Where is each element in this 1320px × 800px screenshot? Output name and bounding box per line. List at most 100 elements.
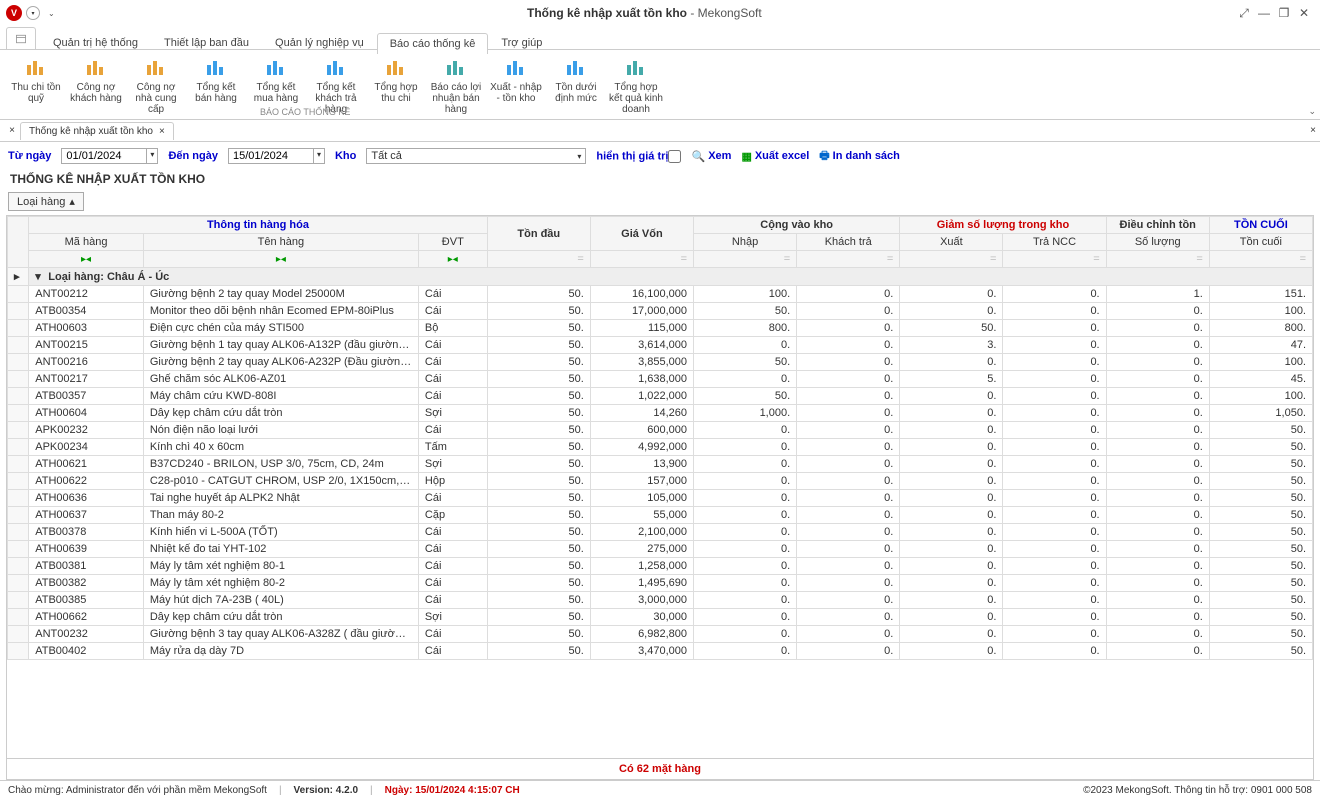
close-button[interactable]: ✕ [1294, 6, 1314, 20]
col-group-adj[interactable]: Điều chỉnh tồn [1106, 217, 1209, 234]
ribbon-item-3[interactable]: Tổng kết bán hàng [186, 54, 246, 115]
col-group-in[interactable]: Cộng vào kho [694, 217, 900, 234]
col-dvt[interactable]: ĐVT [418, 234, 487, 251]
ribbon-item-1[interactable]: Công nợ khách hàng [66, 54, 126, 115]
table-row[interactable]: ATH00603Điện cực chén của máy STI500Bộ50… [8, 320, 1313, 337]
from-date-input[interactable] [61, 148, 147, 164]
table-row[interactable]: ANT00232Giường bệnh 3 tay quay ALK06-A32… [8, 626, 1313, 643]
col-giavon[interactable]: Giá Vốn [590, 217, 693, 251]
search-icon: 🔍 [691, 150, 705, 163]
col-toncuoi[interactable]: Tồn cuối [1209, 234, 1312, 251]
ribbon-expand-icon[interactable]: ⌄ [1308, 106, 1316, 117]
filter-icon[interactable]: ▸◂ [81, 254, 91, 265]
ribbon-item-0[interactable]: Thu chi tồn quỹ [6, 54, 66, 115]
close-tab-icon[interactable]: × [159, 126, 165, 137]
ribbon-item-6[interactable]: Tổng hợp thu chi [366, 54, 426, 115]
collapse-icon[interactable]: ▾ [35, 270, 45, 283]
ribbon-item-label: Thu chi tồn quỹ [8, 82, 64, 104]
ribbon-item-label: Tổng kết bán hàng [188, 82, 244, 104]
table-row[interactable]: ANT00212Giường bệnh 2 tay quay Model 250… [8, 286, 1313, 303]
quick-access-dropdown[interactable]: ▾ [26, 6, 40, 20]
home-tab[interactable] [6, 27, 36, 49]
show-price-checkbox[interactable] [668, 150, 681, 163]
col-trancc[interactable]: Trả NCC [1003, 234, 1106, 251]
print-button[interactable]: 🖶In danh sách [819, 147, 900, 166]
quick-access-chevron[interactable]: ⌄ [48, 9, 55, 18]
to-date-dropdown[interactable]: ▾ [314, 148, 325, 164]
col-ten[interactable]: Tên hàng [143, 234, 418, 251]
table-row[interactable]: ATB00402Máy rửa dạ dày 7DCái50.3,470,000… [8, 643, 1313, 660]
view-button[interactable]: 🔍Xem [691, 150, 731, 163]
ribbon-item-label: Tổng hợp thu chi [368, 82, 424, 104]
col-group-end[interactable]: TỒN CUỐI [1209, 217, 1312, 234]
table-row[interactable]: ANT00217Ghế chăm sóc ALK06-AZ01Cái50.1,6… [8, 371, 1313, 388]
ribbon-item-label: Xuất - nhập - tồn kho [488, 82, 544, 104]
close-all-tabs-icon[interactable]: × [4, 125, 20, 136]
ribbon-icon [505, 54, 527, 80]
group-by-chip[interactable]: Loại hàng▴ [8, 192, 84, 211]
from-date-dropdown[interactable]: ▾ [147, 148, 158, 164]
col-ma[interactable]: Mã hàng [29, 234, 144, 251]
ribbon-collapse-icon[interactable]: ⤢ [1234, 6, 1254, 21]
window-title: Thống kê nhập xuất tồn kho - MekongSoft [55, 6, 1234, 20]
app-icon: V [6, 5, 22, 21]
table-row[interactable]: ATH00637Than máy 80-2Cặp50.55,0000.0.0.0… [8, 507, 1313, 524]
table-row[interactable]: ATB00378Kính hiển vi L-500A (TỐT)Cái50.2… [8, 524, 1313, 541]
filter-icon[interactable]: ▸◂ [448, 254, 458, 265]
status-bar: Chào mừng: Administrator đến với phần mề… [0, 780, 1320, 800]
ribbon-item-label: Tồn dưới định mức [548, 82, 604, 104]
col-group-info[interactable]: Thông tin hàng hóa [29, 217, 487, 234]
export-excel-button[interactable]: ▦Xuất excel [741, 150, 809, 163]
document-tab-label: Thống kê nhập xuất tồn kho [29, 126, 153, 137]
col-group-out[interactable]: Giảm số lượng trong kho [900, 217, 1106, 234]
data-grid: Thông tin hàng hóa Tồn đầu Giá Vốn Cộng … [6, 215, 1314, 780]
table-row[interactable]: ATH00604Dây kẹp châm cứu dắt trònSợi50.1… [8, 405, 1313, 422]
ribbon: Thu chi tồn quỹCông nợ khách hàngCông nợ… [0, 50, 1320, 120]
table-row[interactable]: ATB00354Monitor theo dõi bệnh nhân Ecome… [8, 303, 1313, 320]
ribbon-item-2[interactable]: Công nợ nhà cung cấp [126, 54, 186, 115]
ribbon-item-7[interactable]: Báo cáo lợi nhuận bán hàng [426, 54, 486, 115]
ribbon-item-8[interactable]: Xuất - nhập - tồn kho [486, 54, 546, 115]
report-title: THỐNG KÊ NHẬP XUẤT TỒN KHO [0, 170, 1320, 188]
status-date: Ngày: 15/01/2024 4:15:07 CH [385, 785, 520, 796]
ribbon-icon [385, 54, 407, 80]
ribbon-item-5[interactable]: Tổng kết khách trả hàng [306, 54, 366, 115]
to-date-input[interactable] [228, 148, 314, 164]
table-row[interactable]: ATH00636Tai nghe huyết áp ALPK2 NhậtCái5… [8, 490, 1313, 507]
ribbon-group-caption: BÁO CÁO THỐNG KÊ [260, 107, 350, 117]
minimize-button[interactable]: — [1254, 6, 1274, 20]
warehouse-select[interactable]: Tất cả▾ [366, 148, 586, 164]
ribbon-item-label: Báo cáo lợi nhuận bán hàng [428, 82, 484, 115]
ribbon-item-4[interactable]: Tổng kết mua hàng [246, 54, 306, 115]
filter-icon[interactable]: ▸◂ [276, 254, 286, 265]
table-row[interactable]: ATB00382Máy ly tâm xét nghiệm 80-2Cái50.… [8, 575, 1313, 592]
table-row[interactable]: ATB00385Máy hút dịch 7A-23B ( 40L)Cái50.… [8, 592, 1313, 609]
ribbon-icon [85, 54, 107, 80]
table-row[interactable]: APK00232Nón điện não loại lướiCái50.600,… [8, 422, 1313, 439]
table-row[interactable]: APK00234Kính chì 40 x 60cmTấm50.4,992,00… [8, 439, 1313, 456]
col-tondau[interactable]: Tồn đầu [487, 217, 590, 251]
warehouse-label: Kho [335, 150, 356, 162]
printer-icon: 🖶 [819, 147, 829, 166]
maximize-button[interactable]: ❐ [1274, 6, 1294, 20]
document-tab-inventory[interactable]: Thống kê nhập xuất tồn kho × [20, 122, 174, 140]
table-row[interactable]: ANT00216Giường bệnh 2 tay quay ALK06-A23… [8, 354, 1313, 371]
ribbon-icon [205, 54, 227, 80]
table-row[interactable]: ATH00662Dây kẹp châm cứu dắt trònSợi50.3… [8, 609, 1313, 626]
status-version: Version: 4.2.0 [294, 785, 359, 796]
col-xuat[interactable]: Xuất [900, 234, 1003, 251]
col-nhap[interactable]: Nhập [694, 234, 797, 251]
table-row[interactable]: ATH00622C28-p010 - CATGUT CHROM, USP 2/0… [8, 473, 1313, 490]
table-row[interactable]: ATB00357Máy châm cứu KWD-808ICái50.1,022… [8, 388, 1313, 405]
table-row[interactable]: ATB00381Máy ly tâm xét nghiệm 80-1Cái50.… [8, 558, 1313, 575]
table-row[interactable]: ATH00621B37CD240 - BRILON, USP 3/0, 75cm… [8, 456, 1313, 473]
ribbon-item-10[interactable]: Tổng hợp kết quả kinh doanh [606, 54, 666, 115]
ribbon-item-9[interactable]: Tồn dưới định mức [546, 54, 606, 115]
ribbon-item-label: Công nợ khách hàng [68, 82, 124, 104]
col-soluong[interactable]: Số lượng [1106, 234, 1209, 251]
table-row[interactable]: ANT00215Giường bệnh 1 tay quay ALK06-A13… [8, 337, 1313, 354]
table-row[interactable]: ATH00639Nhiệt kế đo tai YHT-102Cái50.275… [8, 541, 1313, 558]
tabs-overflow-icon[interactable]: × [1310, 125, 1316, 136]
col-khachtra[interactable]: Khách trả [797, 234, 900, 251]
group-header-row[interactable]: ▸ ▾ Loại hàng: Châu Á - Úc [8, 268, 1313, 286]
